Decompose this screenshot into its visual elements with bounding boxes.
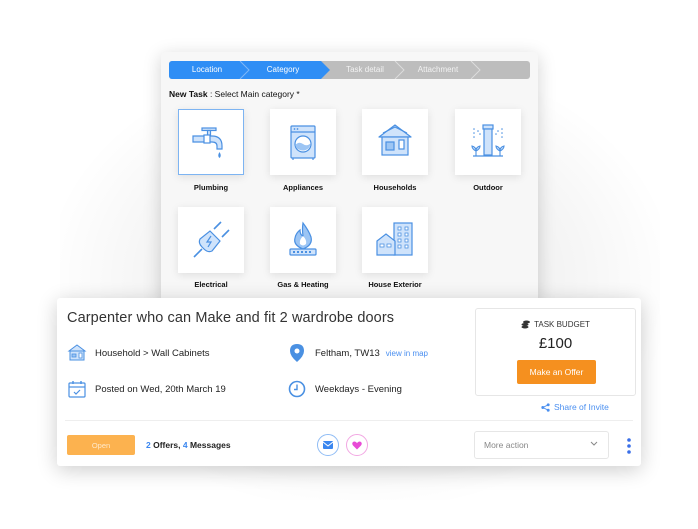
- budget-amount: £100: [538, 335, 573, 352]
- step-category[interactable]: Category: [245, 61, 330, 79]
- household-icon: [67, 343, 87, 363]
- favorite-button[interactable]: [346, 434, 368, 456]
- view-in-map-link[interactable]: view in map: [386, 349, 428, 358]
- task-schedule: Weekdays - Evening: [287, 379, 402, 399]
- chevron-down-icon: [590, 441, 598, 446]
- prompt-bold: New Task: [169, 89, 208, 99]
- clock-icon: [287, 379, 307, 399]
- offers-label: Offers,: [150, 440, 183, 450]
- gas-flame-icon: [289, 221, 317, 256]
- message-button[interactable]: [317, 434, 339, 456]
- category-label: Plumbing: [193, 183, 229, 192]
- share-icon: [541, 402, 550, 412]
- task-posted-date: Posted on Wed, 20th March 19: [67, 379, 226, 399]
- step-chevron-icon: [470, 61, 481, 79]
- task-budget-box: TASK BUDGET £100 Make an Offer: [475, 308, 636, 396]
- category-tile-electrical[interactable]: [178, 207, 244, 273]
- step-chevron-icon: [394, 61, 405, 79]
- share-invite-link[interactable]: Share of Invite: [541, 402, 609, 412]
- offers-messages-count: 2 Offers, 4 Messages: [146, 440, 231, 450]
- location-text: Feltham, TW13: [315, 347, 380, 359]
- category-tile-households[interactable]: [362, 109, 428, 175]
- category-tile-plumbing[interactable]: [178, 109, 244, 175]
- category-label: Appliances: [282, 183, 323, 192]
- category-tile-gas-heating[interactable]: [270, 207, 336, 273]
- share-text: Share of Invite: [554, 402, 609, 412]
- more-action-label: More action: [484, 440, 529, 450]
- open-status-button[interactable]: Open: [67, 435, 135, 455]
- washing-machine-icon: [290, 125, 316, 160]
- posted-text: Posted on Wed, 20th March 19: [95, 383, 226, 395]
- category-picker-card: Location Category Task detail Attachment…: [161, 52, 538, 302]
- heart-icon: [352, 440, 362, 449]
- faucet-icon: [192, 127, 223, 158]
- category-label: House Exterior: [368, 280, 422, 289]
- house-icon: [378, 124, 412, 156]
- wizard-stepbar: Location Category Task detail Attachment: [169, 61, 530, 79]
- budget-label: TASK BUDGET: [476, 319, 635, 331]
- plug-icon: [193, 221, 230, 258]
- step-location[interactable]: Location: [169, 61, 250, 79]
- messages-label: Messages: [187, 440, 231, 450]
- step-label: Location: [191, 65, 223, 74]
- step-label: Task detail: [346, 65, 384, 74]
- envelope-icon: [323, 441, 333, 449]
- budget-label-text: TASK BUDGET: [534, 320, 590, 330]
- prompt-text: : Select Main category *: [207, 89, 300, 99]
- new-task-prompt: New Task : Select Main category *: [169, 89, 300, 99]
- card-divider: [65, 420, 633, 421]
- step-chevron-icon: [239, 61, 250, 79]
- schedule-text: Weekdays - Evening: [315, 383, 402, 395]
- step-task-detail[interactable]: Task detail: [330, 61, 405, 79]
- category-label: Electrical: [194, 280, 228, 289]
- coins-icon: [521, 319, 531, 331]
- buildings-icon: [376, 222, 413, 256]
- category-label: Households: [373, 183, 417, 192]
- category-tile-house-exterior[interactable]: [362, 207, 428, 273]
- step-attachment[interactable]: Attachment: [400, 61, 481, 79]
- step-label: Attachment: [417, 65, 459, 74]
- category-tile-appliances[interactable]: [270, 109, 336, 175]
- sprinkler-icon: [471, 124, 505, 157]
- task-card: Carpenter who can Make and fit 2 wardrob…: [57, 298, 641, 466]
- category-path: Household > Wall Cabinets: [95, 347, 210, 359]
- kebab-menu-icon[interactable]: [625, 437, 633, 455]
- task-category: Household > Wall Cabinets: [67, 343, 210, 363]
- task-location: Feltham, TW13 view in map: [287, 343, 428, 363]
- calendar-check-icon: [67, 379, 87, 399]
- category-label: Gas & Heating: [277, 280, 329, 289]
- more-action-select[interactable]: More action: [474, 431, 609, 459]
- make-offer-button[interactable]: Make an Offer: [517, 360, 596, 384]
- location-pin-icon: [287, 343, 307, 363]
- task-title[interactable]: Carpenter who can Make and fit 2 wardrob…: [67, 310, 394, 326]
- category-label: Outdoor: [473, 183, 503, 192]
- category-tile-outdoor[interactable]: [455, 109, 521, 175]
- step-label: Category: [266, 65, 300, 74]
